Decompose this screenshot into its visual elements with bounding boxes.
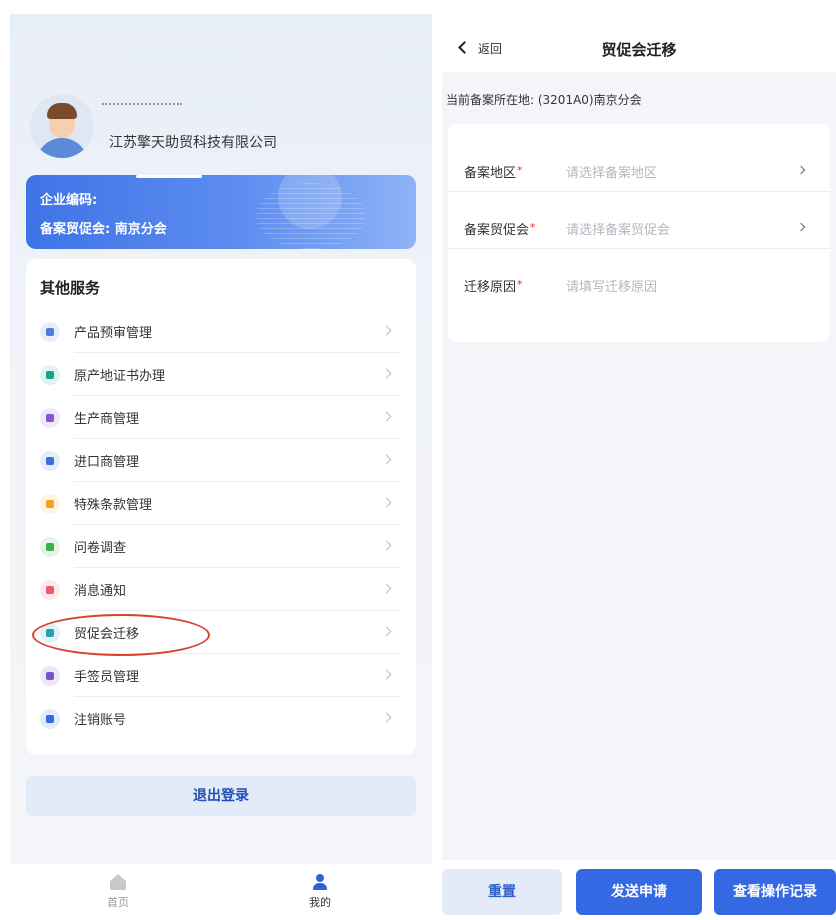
enterprise-card: 企业编码: 备案贸促会: 南京分会 [26, 175, 416, 249]
chevron-right-icon [381, 626, 392, 637]
service-item-label: 产品预审管理 [74, 326, 153, 341]
service-item[interactable]: 问卷调查 [40, 525, 400, 568]
action-bar: 重置 发送申请 查看操作记录 [442, 860, 836, 920]
nav-home[interactable]: 首页 [88, 874, 148, 910]
form-row[interactable]: 备案贸促会* 请选择备案贸促会 [448, 197, 830, 249]
other-services-panel: 其他服务 产品预审管理 原产地证书办理 生产商管理进口商管理特殊条款管理 问卷调查消息… [26, 259, 416, 755]
service-item[interactable]: 特殊条款管理 [40, 482, 400, 525]
nav-mine[interactable]: 我的 [290, 874, 350, 910]
chevron-right-icon [381, 454, 392, 465]
view-log-button[interactable]: 查看操作记录 [714, 869, 836, 915]
section-title: 其他服务 [40, 279, 101, 297]
highlight-annotation [32, 614, 210, 656]
service-item-label: 消息通知 [74, 584, 127, 599]
chevron-right-icon [381, 325, 392, 336]
form-field-placeholder[interactable]: 请选择备案贸促会 [566, 219, 670, 238]
service-item[interactable]: 注销账号 [40, 697, 400, 740]
migration-form: 备案地区* 请选择备案地区备案贸促会* 请选择备案贸促会迁移原因* 请填写迁移原因 [448, 124, 830, 342]
current-filing-location: 当前备案所在地: (3201A0)南京分会 [446, 93, 642, 107]
bottom-nav: 首页 我的 [10, 864, 432, 920]
form-field-placeholder[interactable]: 请选择备案地区 [566, 162, 657, 181]
reset-button[interactable]: 重置 [442, 869, 562, 915]
nav-home-label: 首页 [107, 896, 129, 909]
home-icon [110, 874, 126, 890]
service-item-label: 注销账号 [74, 713, 127, 728]
service-item-label: 问卷调查 [74, 541, 127, 556]
user-icon [312, 874, 328, 890]
logout-button[interactable]: 退出登录 [26, 776, 416, 816]
service-item[interactable]: 消息通知 [40, 568, 400, 611]
form-field-label: 迁移原因* [464, 278, 523, 295]
triangle-icon [40, 494, 60, 514]
submit-button[interactable]: 发送申请 [576, 869, 702, 915]
chevron-right-icon [381, 669, 392, 680]
profile-header: 江苏擎天助贸科技有限公司 [10, 92, 432, 182]
form-row[interactable]: 备案地区* 请选择备案地区 [448, 140, 830, 192]
service-item-label: 手签员管理 [74, 670, 140, 685]
form-field-label: 备案地区* [464, 164, 523, 181]
globe-icon [40, 451, 60, 471]
power-icon [40, 709, 60, 729]
avatar-body-shape [36, 138, 88, 158]
required-mark: * [517, 278, 523, 291]
avatar[interactable] [30, 94, 94, 158]
profile-page: 江苏擎天助贸科技有限公司 企业编码: 备案贸促会: 南京分会 其他服务 产品预审… [10, 14, 432, 920]
chevron-right-icon [381, 497, 392, 508]
migration-page: 贸促会迁移 返回 当前备案所在地: (3201A0)南京分会 备案地区* 请选择备… [442, 14, 836, 920]
avatar-hair-shape [47, 103, 77, 119]
location-pin-icon [40, 365, 60, 385]
chevron-right-icon [381, 583, 392, 594]
service-item-label: 生产商管理 [74, 412, 140, 427]
service-item[interactable]: 原产地证书办理 [40, 353, 400, 396]
form-row[interactable]: 迁移原因* 请填写迁移原因 [448, 254, 830, 306]
service-item-label: 特殊条款管理 [74, 498, 153, 513]
card-tab-indicator [136, 175, 202, 178]
cart-icon [40, 322, 60, 342]
service-item[interactable]: 产品预审管理 [40, 310, 400, 353]
back-label: 返回 [478, 42, 503, 56]
service-list: 产品预审管理 原产地证书办理 生产商管理 进口商管理 特殊条款管理 问卷调查 消息通知 贸促会… [26, 310, 416, 740]
top-bar: 贸促会迁移 返回 [442, 14, 836, 72]
form-field-placeholder[interactable]: 请填写迁移原因 [566, 276, 657, 295]
service-item-label: 原产地证书办理 [74, 369, 166, 384]
chevron-right-icon [381, 368, 392, 379]
enterprise-code: 企业编码: [40, 193, 98, 208]
service-item[interactable]: 手签员管理 [40, 654, 400, 697]
chevron-right-icon [381, 411, 392, 422]
chevron-right-icon [796, 165, 806, 175]
company-name: 江苏擎天助贸科技有限公司 [109, 135, 277, 151]
form-field-label: 备案贸促会* [464, 221, 536, 238]
service-item[interactable]: 进口商管理 [40, 439, 400, 482]
signature-icon [40, 666, 60, 686]
chevron-right-icon [381, 712, 392, 723]
required-mark: * [530, 221, 536, 234]
username-redacted [102, 103, 182, 106]
service-item[interactable]: 生产商管理 [40, 396, 400, 439]
clipboard-icon [40, 537, 60, 557]
factory-icon [40, 408, 60, 428]
service-item-label: 进口商管理 [74, 455, 140, 470]
chevron-right-icon [796, 222, 806, 232]
chevron-right-icon [381, 540, 392, 551]
filing-coc: 备案贸促会: 南京分会 [40, 222, 167, 237]
nav-mine-label: 我的 [309, 896, 331, 909]
required-mark: * [517, 164, 523, 177]
bell-icon [40, 580, 60, 600]
